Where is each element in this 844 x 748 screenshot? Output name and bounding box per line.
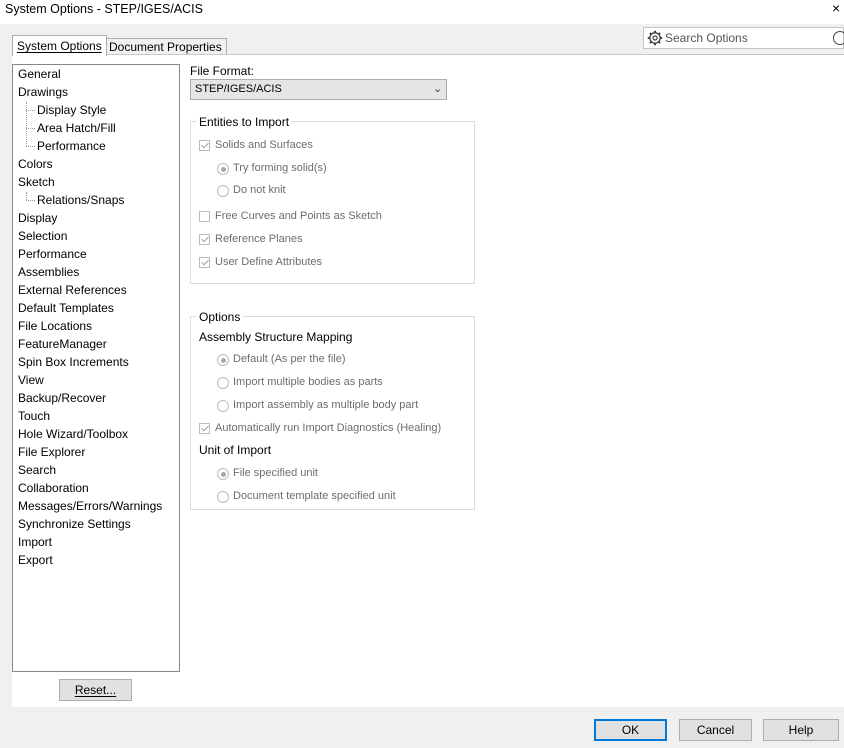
- document-template-unit-radio[interactable]: [217, 491, 229, 503]
- tree-item-general[interactable]: General: [18, 67, 61, 81]
- tree-item-backup-recover[interactable]: Backup/Recover: [18, 391, 106, 405]
- tree-item-spin-box-increments[interactable]: Spin Box Increments: [18, 355, 129, 369]
- default-file-radio[interactable]: [217, 354, 229, 366]
- solids-surfaces-checkbox[interactable]: [199, 140, 210, 151]
- category-tree[interactable]: General Drawings Display Style Area Hatc…: [12, 64, 180, 672]
- options-group: [190, 316, 475, 510]
- do-not-knit-label: Do not knit: [233, 184, 286, 196]
- document-template-unit-label: Document template specified unit: [233, 490, 396, 502]
- try-forming-radio[interactable]: [217, 163, 229, 175]
- tab-label: Document Properties: [109, 40, 222, 54]
- tree-item-messages-errors-warnings[interactable]: Messages/Errors/Warnings: [18, 499, 162, 513]
- tree-item-external-references[interactable]: External References: [18, 283, 127, 297]
- user-define-attributes-checkbox[interactable]: [199, 257, 210, 268]
- tree-item-view[interactable]: View: [18, 373, 44, 387]
- tree-item-assemblies[interactable]: Assemblies: [18, 265, 79, 279]
- tree-item-display[interactable]: Display: [18, 211, 57, 225]
- cancel-button-label: Cancel: [696, 723, 735, 737]
- tree-item-file-locations[interactable]: File Locations: [18, 319, 92, 333]
- search-input[interactable]: Search Options: [665, 31, 748, 45]
- tree-item-hole-wizard-toolbox[interactable]: Hole Wizard/Toolbox: [18, 427, 128, 441]
- entities-group-title: Entities to Import: [196, 115, 293, 129]
- gear-icon: [647, 30, 663, 46]
- tree-item-default-templates[interactable]: Default Templates: [18, 301, 114, 315]
- file-format-select[interactable]: STEP/IGES/ACIS ⌄: [190, 79, 447, 100]
- tree-connector: [26, 128, 35, 129]
- solids-surfaces-label: Solids and Surfaces: [215, 139, 313, 151]
- tree-connector: [26, 102, 27, 146]
- tree-item-search[interactable]: Search: [18, 463, 56, 477]
- free-curves-checkbox[interactable]: [199, 211, 210, 222]
- tree-item-touch[interactable]: Touch: [18, 409, 50, 423]
- tree-item-colors[interactable]: Colors: [18, 157, 53, 171]
- file-unit-radio[interactable]: [217, 468, 229, 480]
- tree-item-performance[interactable]: Performance: [18, 247, 87, 261]
- ok-button-label: OK: [621, 723, 640, 737]
- options-group-title: Options: [196, 310, 244, 324]
- tree-connector: [26, 146, 35, 147]
- unit-of-import-label: Unit of Import: [199, 443, 272, 457]
- tree-item-featuremanager[interactable]: FeatureManager: [18, 337, 107, 351]
- default-file-label: Default (As per the file): [233, 353, 346, 365]
- tree-item-export[interactable]: Export: [18, 553, 53, 567]
- tree-item-display-style[interactable]: Display Style: [37, 103, 106, 117]
- assembly-multiple-body-radio[interactable]: [217, 400, 229, 412]
- auto-diagnostics-checkbox[interactable]: [199, 423, 210, 434]
- help-button-label: Help: [788, 723, 814, 737]
- tab-system-options[interactable]: System Options: [12, 35, 107, 56]
- tree-item-synchronize-settings[interactable]: Synchronize Settings: [18, 517, 131, 531]
- reset-button[interactable]: Reset...: [59, 679, 132, 701]
- tree-connector: [26, 200, 35, 201]
- reference-planes-checkbox[interactable]: [199, 234, 210, 245]
- reset-button-label: Reset...: [74, 683, 117, 697]
- tree-item-selection[interactable]: Selection: [18, 229, 67, 243]
- file-format-value: STEP/IGES/ACIS: [195, 83, 282, 95]
- cancel-button[interactable]: Cancel: [679, 719, 752, 741]
- search-icon[interactable]: [833, 31, 844, 45]
- file-unit-label: File specified unit: [233, 467, 318, 479]
- tree-item-import[interactable]: Import: [18, 535, 52, 549]
- tree-item-drawings-performance[interactable]: Performance: [37, 139, 106, 153]
- ok-button[interactable]: OK: [594, 719, 667, 741]
- user-define-attributes-label: User Define Attributes: [215, 256, 322, 268]
- tree-item-drawings[interactable]: Drawings: [18, 85, 68, 99]
- reference-planes-label: Reference Planes: [215, 233, 303, 245]
- multiple-bodies-parts-radio[interactable]: [217, 377, 229, 389]
- tree-item-file-explorer[interactable]: File Explorer: [18, 445, 85, 459]
- help-button[interactable]: Help: [763, 719, 839, 741]
- title-bar: System Options - STEP/IGES/ACIS ×: [0, 0, 844, 24]
- tab-label: System Options: [17, 39, 102, 53]
- free-curves-label: Free Curves and Points as Sketch: [215, 210, 382, 222]
- do-not-knit-radio[interactable]: [217, 185, 229, 197]
- close-icon[interactable]: ×: [832, 0, 840, 16]
- tree-item-sketch[interactable]: Sketch: [18, 175, 55, 189]
- window-title: System Options - STEP/IGES/ACIS: [5, 2, 203, 16]
- multiple-bodies-parts-label: Import multiple bodies as parts: [233, 376, 383, 388]
- try-forming-label: Try forming solid(s): [233, 162, 327, 174]
- file-format-label: File Format:: [190, 64, 255, 78]
- tree-item-collaboration[interactable]: Collaboration: [18, 481, 89, 495]
- tree-connector: [26, 192, 27, 200]
- tree-item-relations-snaps[interactable]: Relations/Snaps: [37, 193, 124, 207]
- auto-diagnostics-label: Automatically run Import Diagnostics (He…: [215, 422, 442, 434]
- tree-item-area-hatch-fill[interactable]: Area Hatch/Fill: [37, 121, 116, 135]
- assembly-structure-mapping-label: Assembly Structure Mapping: [199, 330, 353, 344]
- tree-connector: [26, 110, 35, 111]
- search-box[interactable]: Search Options: [643, 27, 844, 49]
- assembly-multiple-body-label: Import assembly as multiple body part: [233, 399, 419, 411]
- chevron-down-icon: ⌄: [433, 83, 443, 95]
